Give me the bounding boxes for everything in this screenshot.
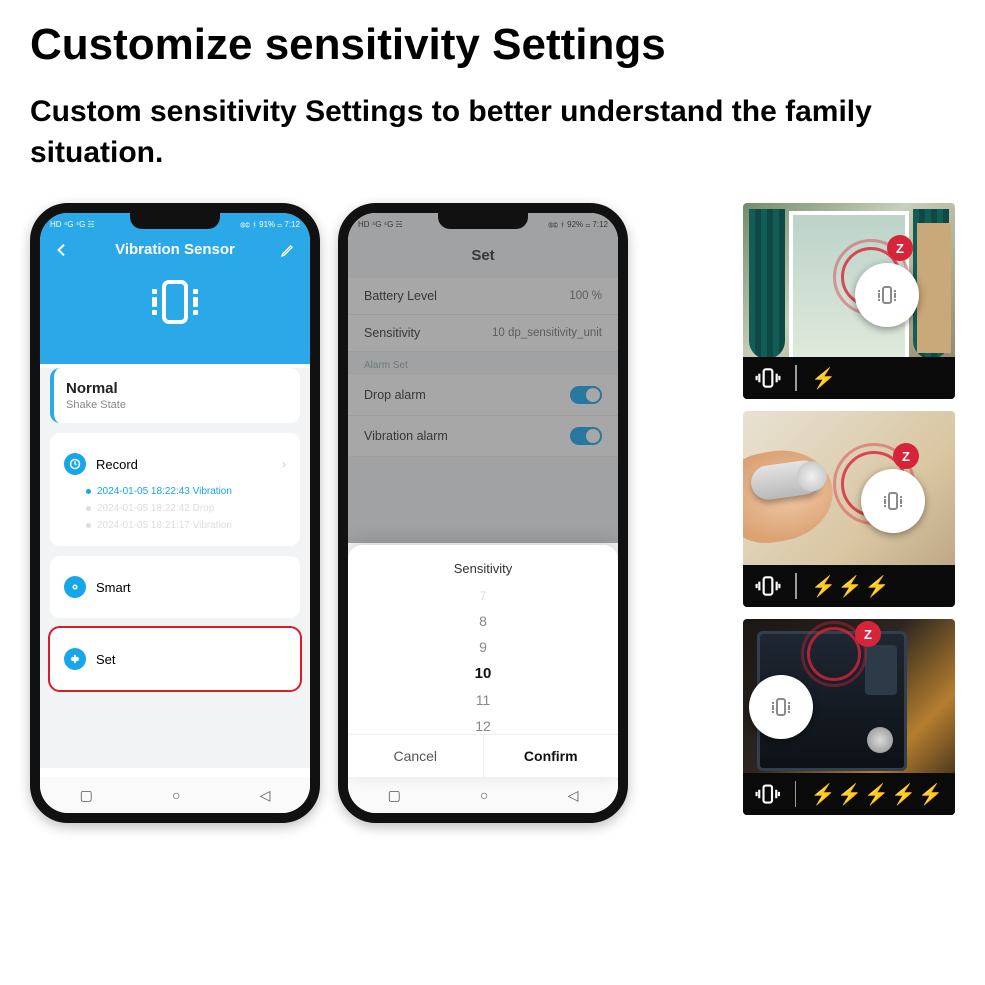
sensitivity-picker[interactable]: 78910111213 — [348, 584, 618, 734]
android-nav-bar[interactable]: ▢ ○ ◁ — [348, 777, 618, 813]
smart-card[interactable]: Smart — [50, 556, 300, 618]
smart-icon — [64, 576, 86, 598]
gear-icon — [64, 648, 86, 670]
shake-state-card: Normal Shake State — [50, 368, 300, 423]
phone-main-screen: HD ⁴G ⁴G ☵ ⓃⒺ ᚼ 91% ▭ 7:12 Vibration Sen… — [30, 203, 320, 823]
status-left: HD ⁴G ⁴G ☵ — [358, 220, 403, 229]
picker-option[interactable]: 8 — [348, 608, 618, 634]
record-entry[interactable]: 2024-01-05 18:21:17 Vibration — [64, 517, 286, 534]
vibrate-icon — [755, 573, 781, 599]
nav-home-icon[interactable]: ○ — [172, 787, 180, 803]
vibrate-icon — [755, 365, 781, 391]
battery-value: 100 % — [569, 290, 602, 302]
picker-option[interactable]: 11 — [348, 687, 618, 713]
picker-option[interactable]: 7 — [348, 584, 618, 608]
status-left: HD ⁴G ⁴G ☵ — [50, 220, 95, 229]
phone-settings-screen: HD ⁴G ⁴G ☵ ⓃⒺ ᚼ 92% ▭ 7:12 Set Battery L… — [338, 203, 628, 823]
android-nav-bar[interactable]: ▢ ○ ◁ — [40, 777, 310, 813]
intensity-bolts: ⚡⚡⚡⚡⚡ — [810, 782, 943, 807]
battery-row[interactable]: Battery Level 100 % — [348, 278, 618, 315]
shake-state-label: Shake State — [66, 399, 286, 411]
smart-label: Smart — [96, 580, 131, 595]
nav-back-icon[interactable]: ◁ — [568, 787, 579, 804]
edit-icon[interactable] — [280, 242, 296, 258]
clock-icon — [64, 453, 86, 475]
alarm-section-header: Alarm Set — [348, 352, 618, 375]
scene-safe: Z ⚡⚡⚡⚡⚡ — [743, 619, 955, 815]
record-entry[interactable]: 2024-01-05 18:22:43 Vibration — [64, 483, 286, 500]
zigbee-icon: Z — [893, 443, 919, 469]
subheading: Custom sensitivity Settings to better un… — [30, 92, 955, 173]
zigbee-icon: Z — [855, 621, 881, 647]
picker-option[interactable]: 10 — [348, 660, 618, 687]
nav-home-icon[interactable]: ○ — [480, 787, 488, 803]
record-label: Record — [96, 457, 138, 472]
picker-title: Sensitivity — [348, 555, 618, 584]
sensor-device-icon — [749, 675, 813, 739]
zigbee-icon: Z — [887, 235, 913, 261]
vibration-alarm-row[interactable]: Vibration alarm — [348, 416, 618, 457]
screen-title: Vibration Sensor — [115, 241, 235, 258]
record-entry[interactable]: 2024-01-05 18:22:42 Drop — [64, 500, 286, 517]
sensor-device-icon — [861, 469, 925, 533]
back-icon[interactable] — [54, 242, 70, 258]
confirm-button[interactable]: Confirm — [483, 735, 619, 777]
shake-state-value: Normal — [66, 380, 286, 397]
sensitivity-label: Sensitivity — [364, 326, 420, 340]
sensor-device-icon — [855, 263, 919, 327]
scene-door: Z ⚡⚡⚡ — [743, 411, 955, 607]
battery-label: Battery Level — [364, 289, 437, 303]
picker-option[interactable]: 12 — [348, 713, 618, 734]
record-card[interactable]: Record › 2024-01-05 18:22:43 Vibration20… — [50, 433, 300, 546]
vibration-sensor-icon — [147, 280, 203, 324]
nav-back-icon[interactable]: ◁ — [260, 787, 271, 804]
vibration-alarm-toggle[interactable] — [570, 427, 602, 445]
set-card[interactable]: Set — [50, 628, 300, 690]
sensitivity-row[interactable]: Sensitivity 10 dp_sensitivity_unit — [348, 315, 618, 352]
headline: Customize sensitivity Settings — [30, 20, 955, 70]
drop-alarm-row[interactable]: Drop alarm — [348, 375, 618, 416]
drop-alarm-toggle[interactable] — [570, 386, 602, 404]
set-label: Set — [96, 652, 116, 667]
nav-recent-icon[interactable]: ▢ — [80, 787, 93, 804]
intensity-bolts: ⚡ — [811, 366, 836, 391]
chevron-right-icon: › — [282, 457, 286, 471]
scene-gallery: Z ⚡ Z ⚡⚡⚡ — [743, 203, 955, 815]
vibrate-icon — [755, 781, 781, 807]
scene-window: Z ⚡ — [743, 203, 955, 399]
status-right: ⓃⒺ ᚼ 91% ▭ 7:12 — [240, 220, 300, 229]
nav-recent-icon[interactable]: ▢ — [388, 787, 401, 804]
drop-alarm-label: Drop alarm — [364, 388, 426, 402]
picker-option[interactable]: 9 — [348, 634, 618, 660]
sensitivity-picker-sheet: Sensitivity 78910111213 Cancel Confirm — [348, 545, 618, 777]
intensity-bolts: ⚡⚡⚡ — [811, 574, 890, 599]
page-title: Set — [348, 237, 618, 278]
sensitivity-value: 10 dp_sensitivity_unit — [492, 327, 602, 339]
cancel-button[interactable]: Cancel — [348, 735, 483, 777]
status-right: ⓃⒺ ᚼ 92% ▭ 7:12 — [548, 220, 608, 229]
vibration-alarm-label: Vibration alarm — [364, 429, 448, 443]
